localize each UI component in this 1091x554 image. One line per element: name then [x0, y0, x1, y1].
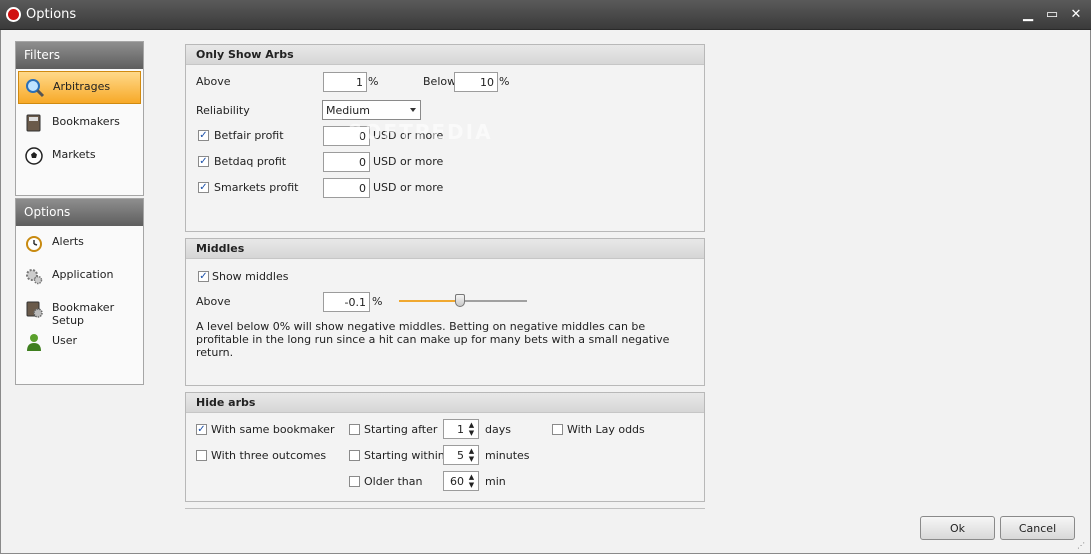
below-label: Below: [423, 75, 457, 88]
reliability-label: Reliability: [196, 104, 250, 117]
smarkets-profit-checkbox[interactable]: ✓: [198, 182, 209, 193]
older-than-checkbox[interactable]: [349, 476, 360, 487]
betfair-profit-checkbox[interactable]: ✓: [198, 130, 209, 141]
setup-icon: [26, 301, 43, 318]
middles-description: A level below 0% will show negative midd…: [196, 320, 670, 359]
stepper-down-icon[interactable]: ▼: [467, 429, 476, 437]
cancel-button[interactable]: Cancel: [1000, 516, 1075, 540]
stepper-up-icon[interactable]: ▲: [467, 447, 476, 455]
sidebar-item-label: Bookmakers: [52, 115, 120, 128]
group-title: Hide arbs: [186, 393, 704, 413]
stepper-up-icon[interactable]: ▲: [467, 421, 476, 429]
app-logo-icon: [6, 7, 21, 22]
lay-odds-checkbox[interactable]: [552, 424, 563, 435]
same-bookmaker-label: With same bookmaker: [211, 423, 335, 436]
sidebar-item-alerts[interactable]: Alerts: [16, 226, 143, 259]
group-title: Only Show Arbs: [186, 45, 704, 65]
same-bookmaker-checkbox[interactable]: ✓: [196, 424, 207, 435]
starting-after-stepper[interactable]: 1 ▲ ▼: [443, 419, 479, 439]
starting-within-label: Starting within: [364, 449, 445, 462]
starting-within-unit: minutes: [485, 449, 530, 462]
middles-group: Middles: [185, 238, 705, 386]
betdaq-profit-checkbox[interactable]: ✓: [198, 156, 209, 167]
gears-icon: [26, 269, 43, 285]
percent-label: %: [372, 295, 383, 308]
resize-grip-icon[interactable]: ⋰: [1077, 541, 1087, 551]
options-panel: Options Alerts Application Bookmaker Set…: [15, 198, 144, 385]
close-button[interactable]: ✕: [1067, 6, 1085, 24]
sidebar-item-user[interactable]: User: [16, 325, 143, 358]
smarkets-profit-label: Smarkets profit: [214, 181, 299, 194]
user-icon: [27, 334, 41, 351]
betfair-profit-label: Betfair profit: [214, 129, 284, 142]
three-outcomes-label: With three outcomes: [211, 449, 327, 462]
betdaq-profit-input[interactable]: 0: [323, 152, 370, 172]
sidebar-item-label: Bookmaker Setup: [52, 301, 115, 327]
starting-after-checkbox[interactable]: [349, 424, 360, 435]
stepper-value: 5: [457, 449, 464, 462]
below-input[interactable]: 10: [454, 72, 498, 92]
maximize-button[interactable]: ▭: [1043, 6, 1061, 24]
reliability-select[interactable]: Medium: [322, 100, 421, 120]
options-header: Options: [16, 199, 143, 226]
percent-label: %: [368, 75, 379, 88]
minimize-button[interactable]: ▁: [1019, 6, 1037, 24]
sidebar-item-bookmaker-setup[interactable]: Bookmaker Setup: [16, 292, 143, 327]
sidebar-item-label: Application: [52, 268, 114, 281]
divider: [185, 508, 705, 509]
group-title: Middles: [186, 239, 704, 259]
stepper-up-icon[interactable]: ▲: [467, 473, 476, 481]
slider-thumb[interactable]: [455, 294, 466, 307]
filters-header: Filters: [16, 42, 143, 69]
ok-button[interactable]: Ok: [920, 516, 995, 540]
starting-within-checkbox[interactable]: [349, 450, 360, 461]
lay-odds-label: With Lay odds: [567, 423, 645, 436]
starting-after-label: Starting after: [364, 423, 438, 436]
smarkets-profit-input[interactable]: 0: [323, 178, 370, 198]
above-input[interactable]: 1: [323, 72, 367, 92]
alarm-clock-icon: [26, 236, 42, 252]
middles-above-input[interactable]: -0.1: [323, 292, 370, 312]
filters-panel: Filters Arbitrages Bookmakers Markets: [15, 41, 144, 196]
book-icon: [26, 114, 41, 132]
magnifier-icon: [26, 79, 45, 98]
above-label: Above: [196, 75, 231, 88]
sidebar-item-label: Arbitrages: [53, 80, 111, 93]
older-than-stepper[interactable]: 60 ▲ ▼: [443, 471, 479, 491]
stepper-value: 1: [457, 423, 464, 436]
show-middles-checkbox[interactable]: ✓: [198, 271, 209, 282]
betdaq-profit-unit: USD or more: [373, 155, 444, 168]
watermark: SOFTPEDIA: [348, 120, 493, 144]
sidebar-item-markets[interactable]: Markets: [16, 139, 143, 172]
show-middles-label: Show middles: [212, 270, 289, 283]
soccer-ball-icon: [25, 147, 43, 165]
middles-above-label: Above: [196, 295, 231, 308]
percent-label: %: [499, 75, 510, 88]
stepper-value: 60: [450, 475, 464, 488]
middles-slider[interactable]: [399, 294, 527, 307]
title-bar: Options ▁ ▭ ✕: [0, 0, 1091, 30]
older-than-label: Older than: [364, 475, 423, 488]
slider-fill: [399, 300, 461, 302]
smarkets-profit-unit: USD or more: [373, 181, 444, 194]
reliability-value: Medium: [326, 104, 370, 117]
chevron-down-icon: [410, 108, 416, 112]
starting-within-stepper[interactable]: 5 ▲ ▼: [443, 445, 479, 465]
sidebar-item-application[interactable]: Application: [16, 259, 143, 292]
stepper-down-icon[interactable]: ▼: [467, 481, 476, 489]
sidebar-item-label: User: [52, 334, 78, 347]
three-outcomes-checkbox[interactable]: [196, 450, 207, 461]
sidebar-item-arbitrages[interactable]: Arbitrages: [18, 71, 141, 104]
sidebar-item-bookmakers[interactable]: Bookmakers: [16, 106, 143, 139]
sidebar-item-label: Alerts: [52, 235, 84, 248]
window-title: Options: [26, 7, 77, 22]
sidebar-item-label: Markets: [52, 148, 96, 161]
older-than-unit: min: [485, 475, 506, 488]
stepper-down-icon[interactable]: ▼: [467, 455, 476, 463]
betdaq-profit-label: Betdaq profit: [214, 155, 287, 168]
starting-after-unit: days: [485, 423, 511, 436]
